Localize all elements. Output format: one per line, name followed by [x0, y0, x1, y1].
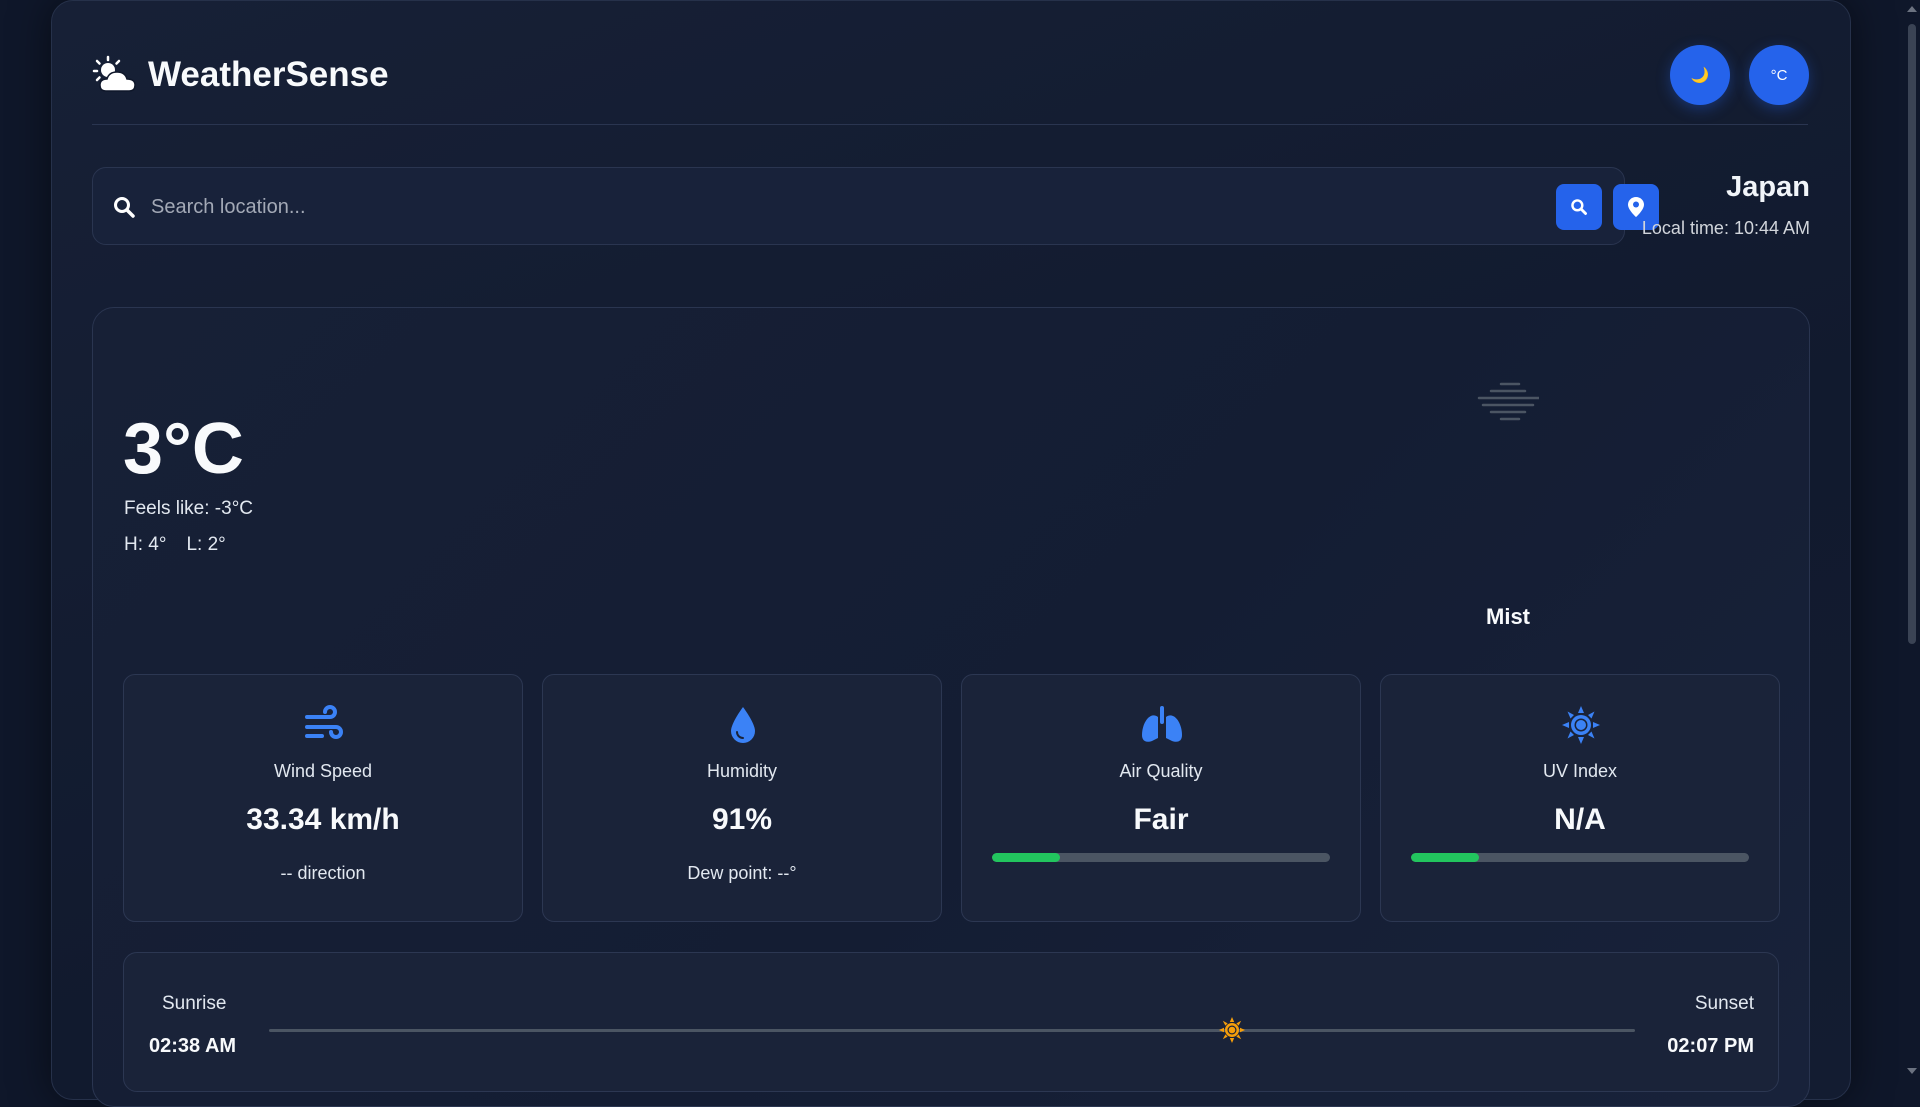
metric-value: 33.34 km/h — [246, 803, 400, 836]
location-name: Japan — [1726, 171, 1810, 203]
wind-icon — [305, 705, 343, 739]
sunset-time: 02:07 PM — [1667, 1035, 1754, 1057]
metric-value: N/A — [1554, 803, 1606, 836]
search-icon — [114, 197, 135, 218]
metric-card-humidity: Humidity 91% Dew point: --° — [542, 674, 942, 922]
high-low: H: 4° L: 2° — [124, 534, 226, 556]
droplet-icon — [731, 707, 755, 743]
mist-icon — [1477, 382, 1539, 421]
metric-value: Fair — [1133, 803, 1189, 836]
app-title: WeatherSense — [148, 55, 389, 94]
sun-cloud-logo-icon — [92, 55, 136, 92]
sunset-label: Sunset — [1694, 993, 1754, 1014]
sun-position-icon — [1219, 1017, 1246, 1043]
app-window: WeatherSense 🌙 °C Japan Local time: 10: — [51, 0, 1851, 1107]
metric-label: UV Index — [1542, 761, 1618, 781]
page-scrollbar[interactable] — [1902, 0, 1920, 1080]
uv-index-bar — [1411, 853, 1749, 862]
metric-card-air-quality: Air Quality Fair — [961, 674, 1361, 922]
metric-sub: -- direction — [280, 863, 366, 883]
sunrise-sunset-card: Sunrise 02:38 AM Sunset 02:07 PM — [123, 952, 1779, 1092]
uv-index-bar-fill — [1411, 853, 1479, 862]
search-icon — [1571, 199, 1587, 215]
location-info: Japan Local time: 10:44 AM — [1642, 171, 1810, 239]
metric-card-uv-index: UV Index N/A — [1380, 674, 1780, 922]
brand: WeatherSense — [92, 55, 389, 95]
sunrise-time: 02:38 AM — [149, 1035, 237, 1057]
current-weather-card: 3°C Feels like: -3°C H: 4° L: 2° Mist Wi… — [92, 307, 1810, 1107]
weather-condition: Mist — [1486, 604, 1530, 629]
search-button[interactable] — [1556, 184, 1602, 230]
lungs-icon — [1142, 706, 1182, 742]
metric-label: Humidity — [706, 761, 777, 781]
air-quality-bar-fill — [992, 853, 1060, 862]
moon-icon: 🌙 — [1690, 67, 1710, 84]
app-header: WeatherSense 🌙 °C — [92, 41, 1809, 125]
current-temperature: 3°C — [123, 409, 244, 489]
metric-label: Wind Speed — [273, 761, 373, 781]
feels-like: Feels like: -3°C — [124, 498, 254, 519]
unit-toggle-button[interactable]: °C — [1749, 45, 1809, 105]
scrollbar-thumb[interactable] — [1908, 24, 1916, 644]
sun-progress-track — [269, 1017, 1635, 1043]
metric-value: 91% — [711, 803, 773, 836]
metric-label: Air Quality — [1119, 761, 1203, 781]
sunrise-label: Sunrise — [162, 993, 227, 1014]
local-time: Local time: 10:44 AM — [1641, 218, 1810, 238]
search-input[interactable] — [151, 186, 1451, 228]
metric-sub: Dew point: --° — [687, 863, 797, 883]
high-temp: H: 4° — [124, 534, 167, 555]
metric-card-wind: Wind Speed 33.34 km/h -- direction — [123, 674, 523, 922]
theme-toggle-button[interactable]: 🌙 — [1670, 45, 1730, 105]
scroll-up-arrow-icon[interactable] — [1907, 6, 1917, 12]
low-temp: L: 2° — [186, 534, 226, 555]
scroll-down-arrow-icon[interactable] — [1907, 1068, 1917, 1074]
search-bar — [92, 167, 1659, 245]
sun-icon — [1562, 706, 1600, 744]
air-quality-bar — [992, 853, 1330, 862]
